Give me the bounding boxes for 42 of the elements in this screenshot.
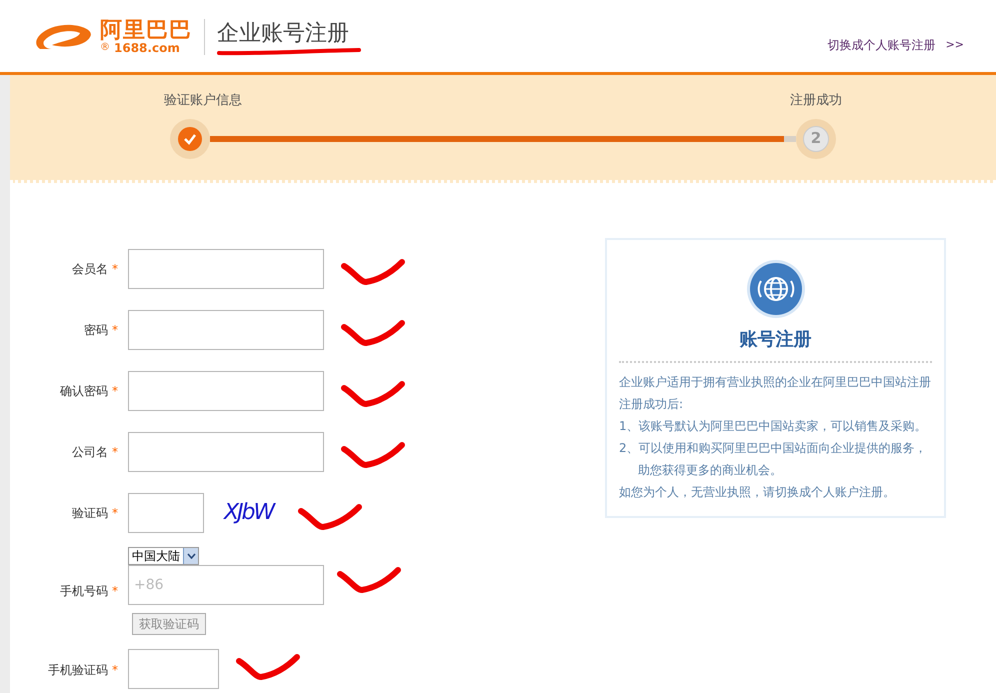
logo-name: 阿里巴巴 <box>100 20 192 42</box>
step-number: 2 <box>803 126 829 152</box>
phone-input[interactable]: +86 <box>128 565 324 605</box>
card-title: 账号注册 <box>740 328 812 352</box>
field-label: 密码 <box>84 322 108 338</box>
field-label: 会员名 <box>72 260 108 278</box>
region-select[interactable]: 中国大陆 <box>128 547 199 565</box>
required-mark: * <box>112 662 118 679</box>
page-title: 企业账号注册 <box>217 20 350 48</box>
required-mark: * <box>112 444 118 460</box>
field-label: 确认密码 <box>60 382 108 400</box>
input-field[interactable] <box>128 310 324 350</box>
required-mark: * <box>112 382 118 400</box>
registered-mark: ® <box>100 42 110 52</box>
check-icon <box>177 126 203 152</box>
input-field[interactable] <box>128 432 324 472</box>
globe-icon <box>750 263 802 315</box>
logo-domain: 1688.com <box>114 42 180 54</box>
required-mark: * <box>112 260 118 278</box>
field-label: 手机验证码 <box>48 662 108 679</box>
input-field[interactable] <box>128 370 324 410</box>
input-field[interactable] <box>128 649 219 689</box>
card-text-line: 2、可以使用和购买阿里巴巴中国站面向企业提供的服务， <box>619 440 928 457</box>
required-mark: * <box>112 504 118 522</box>
card-text-line: 如您为个人，无营业执照，请切换成个人账户注册。 <box>619 484 896 501</box>
card-text-line: 注册成功后: <box>619 396 684 413</box>
step-label: 注册成功 <box>790 92 842 110</box>
card-text-line: 企业账户适用于拥有营业执照的企业在阿里巴巴中国站注册 <box>619 374 932 391</box>
card-text-line: 助您获得更多的商业机会。 <box>637 462 783 479</box>
card-text-line: 1、该账号默认为阿里巴巴中国站卖家，可以销售及采购。 <box>619 418 928 435</box>
switch-account-link[interactable]: 切换成个人账号注册 <box>828 36 936 54</box>
chevron-down-icon <box>186 553 196 559</box>
field-label: 验证码 <box>72 504 108 522</box>
field-label: 公司名 <box>72 444 108 460</box>
field-label: 手机号码 <box>60 583 108 600</box>
step-label: 验证账户信息 <box>164 92 242 110</box>
captcha-input[interactable] <box>128 492 204 532</box>
input-field[interactable] <box>128 248 324 288</box>
link-arrow: >> <box>946 36 964 53</box>
required-mark: * <box>112 322 118 338</box>
captcha-text: XJbW <box>224 499 274 527</box>
required-mark: * <box>112 583 118 600</box>
